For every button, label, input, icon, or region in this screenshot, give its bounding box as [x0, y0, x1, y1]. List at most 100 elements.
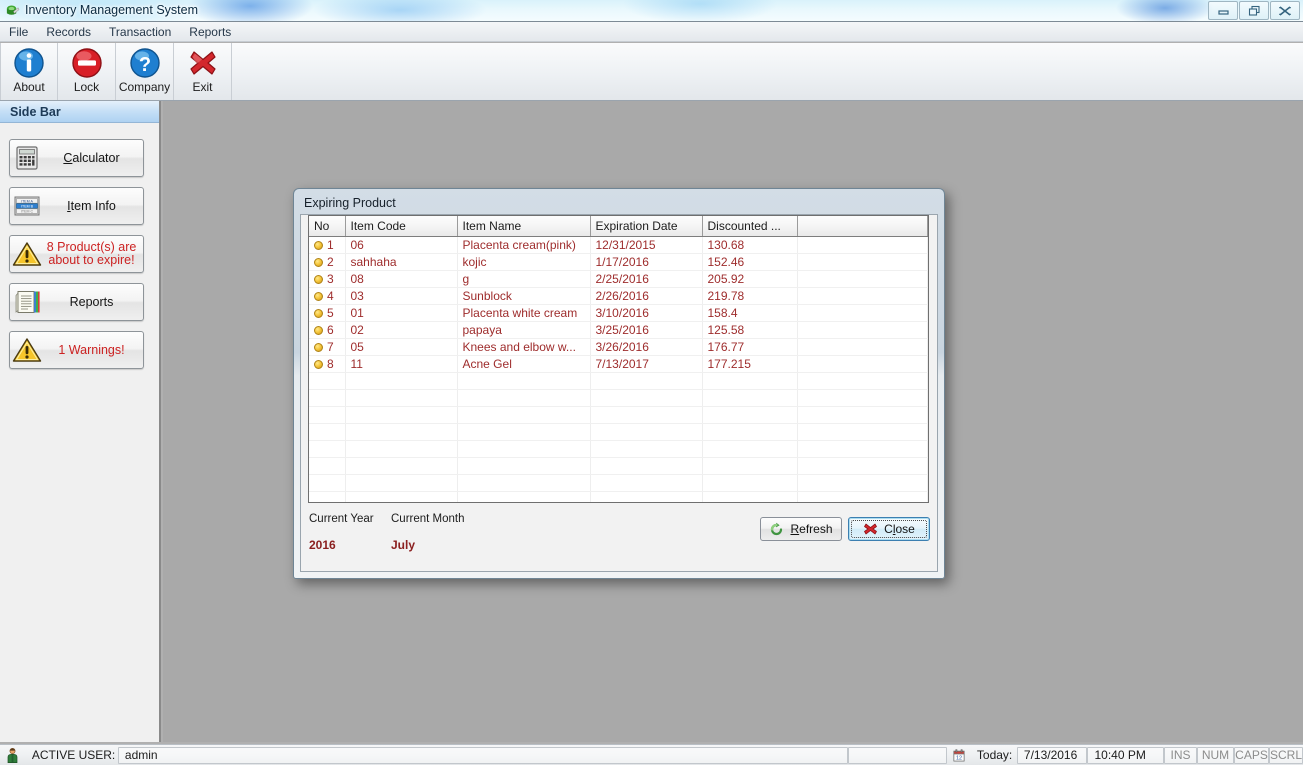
cell-empty — [309, 372, 346, 390]
active-user-label: ACTIVE USER: — [31, 748, 116, 762]
minimize-button[interactable] — [1208, 1, 1238, 20]
cell-empty — [345, 372, 458, 390]
table-row-empty[interactable] — [309, 440, 928, 458]
sidebar-label-reports: Reports — [69, 294, 114, 309]
row-status-dot-icon — [314, 274, 323, 284]
menu-item-file[interactable]: File — [0, 23, 37, 41]
restore-button[interactable] — [1239, 1, 1269, 20]
cell-no-text: 1 — [327, 237, 334, 252]
refresh-button[interactable]: Refresh — [760, 517, 842, 541]
table-row[interactable]: 1 06 Placenta cream(pink) 12/31/2015 130.68 — [309, 236, 928, 254]
column-header-item-name[interactable]: Item Name — [457, 216, 591, 237]
table-row[interactable]: 4 03 Sunblock 2/26/2016 219.78 — [309, 287, 928, 305]
cell-empty — [457, 406, 591, 424]
cell-item-name: Acne Gel — [457, 355, 591, 373]
cell-item-code: 03 — [345, 287, 458, 305]
cell-expiration-date: 7/13/2017 — [590, 355, 703, 373]
expiring-line2: about to expire! — [48, 253, 135, 267]
current-time: 10:40 PM — [1087, 746, 1164, 764]
cell-discounted: 158.4 — [702, 304, 798, 322]
cell-no: 1 — [309, 236, 346, 254]
table-row-empty[interactable] — [309, 372, 928, 390]
cell-item-name: Sunblock — [457, 287, 591, 305]
menu-item-reports[interactable]: Reports — [180, 23, 240, 41]
cell-discounted: 219.78 — [702, 287, 798, 305]
cell-empty — [702, 457, 798, 475]
cell-filler — [797, 236, 928, 254]
sidebar-label-warnings: 1 Warnings! — [58, 342, 125, 357]
table-row-empty[interactable] — [309, 491, 928, 502]
menu-item-transaction[interactable]: Transaction — [100, 23, 180, 41]
warning-triangle-icon — [10, 337, 44, 363]
expiring-line1: 8 Product(s) are — [46, 240, 137, 254]
column-header-filler[interactable] — [797, 216, 928, 237]
cell-filler — [797, 270, 928, 288]
cell-discounted: 177.215 — [702, 355, 798, 373]
row-status-dot-icon — [314, 240, 323, 250]
sidebar-item-item-info[interactable]: ITEM A ITEM B ITEM C Item Info — [9, 187, 144, 225]
column-header-expiration-date[interactable]: Expiration Date — [590, 216, 703, 237]
table-row[interactable]: 3 08 g 2/25/2016 205.92 — [309, 270, 928, 288]
toolbar-button-company[interactable]: ? Company — [116, 43, 174, 100]
table-row-empty[interactable] — [309, 474, 928, 492]
toolbar-label-exit: Exit — [192, 80, 213, 94]
column-header-item-code[interactable]: Item Code — [345, 216, 458, 237]
sidebar: Side Bar Calculator ITEM A ITEM B ITEM C… — [0, 101, 161, 742]
cell-item-code: 08 — [345, 270, 458, 288]
cell-empty — [457, 440, 591, 458]
cell-no-text: 5 — [327, 305, 334, 320]
refresh-label-rest: efresh — [799, 522, 833, 536]
sidebar-item-calculator[interactable]: Calculator — [9, 139, 144, 177]
expiring-product-grid[interactable]: No Item Code Item Name Expiration Date D… — [308, 215, 929, 503]
focus-ring — [851, 520, 927, 538]
cell-expiration-date: 3/10/2016 — [590, 304, 703, 322]
cell-filler — [797, 304, 928, 322]
cell-empty — [457, 474, 591, 492]
grid-body: 1 06 Placenta cream(pink) 12/31/2015 130.68 2… — [309, 236, 928, 502]
table-row-empty[interactable] — [309, 406, 928, 424]
column-header-no[interactable]: No — [309, 216, 346, 237]
toolbar-button-about[interactable]: About — [0, 43, 58, 100]
cell-empty — [590, 423, 703, 441]
cell-empty — [590, 406, 703, 424]
table-row[interactable]: 5 01 Placenta white cream 3/10/2016 158.4 — [309, 304, 928, 322]
toolbar-button-exit[interactable]: Exit — [174, 43, 232, 100]
table-row-empty[interactable] — [309, 389, 928, 407]
grid-header-row: No Item Code Item Name Expiration Date D… — [309, 216, 928, 237]
cell-item-name: g — [457, 270, 591, 288]
menu-item-records[interactable]: Records — [37, 23, 100, 41]
row-status-dot-icon — [314, 325, 323, 335]
table-row[interactable]: 2 sahhaha kojic 1/17/2016 152.46 — [309, 253, 928, 271]
close-button[interactable]: Close — [848, 517, 930, 541]
cell-empty — [457, 423, 591, 441]
close-button[interactable] — [1270, 1, 1300, 20]
table-row[interactable]: 6 02 papaya 3/25/2016 125.58 — [309, 321, 928, 339]
cell-no: 6 — [309, 321, 346, 339]
cell-filler — [797, 321, 928, 339]
expiring-product-dialog: Expiring Product No Item Code Item Name … — [293, 188, 945, 579]
cell-discounted: 130.68 — [702, 236, 798, 254]
cell-no-text: 6 — [327, 322, 334, 337]
question-help-icon: ? — [129, 48, 160, 78]
lock-no-entry-icon — [71, 48, 102, 78]
cell-item-code: 05 — [345, 338, 458, 356]
sidebar-item-reports[interactable]: Reports — [9, 283, 144, 321]
toolbar-button-lock[interactable]: Lock — [58, 43, 116, 100]
refresh-icon — [771, 522, 783, 535]
table-row[interactable]: 7 05 Knees and elbow w... 3/26/2016 176.77 — [309, 338, 928, 356]
cell-item-code: 11 — [345, 355, 458, 373]
dialog-body: No Item Code Item Name Expiration Date D… — [300, 214, 938, 572]
cell-discounted: 176.77 — [702, 338, 798, 356]
sidebar-label-calculator: Calculator — [63, 150, 120, 165]
table-row[interactable]: 8 11 Acne Gel 7/13/2017 177.215 — [309, 355, 928, 373]
today-label: Today: — [976, 748, 1013, 762]
calendar-icon: 12 — [953, 748, 965, 761]
cell-no-text: 4 — [327, 288, 334, 303]
sidebar-item-warnings[interactable]: 1 Warnings! — [9, 331, 144, 369]
table-row-empty[interactable] — [309, 457, 928, 475]
cell-discounted: 205.92 — [702, 270, 798, 288]
sidebar-item-expiring-products[interactable]: 8 Product(s) are about to expire! — [9, 235, 144, 273]
column-header-discounted[interactable]: Discounted ... — [702, 216, 798, 237]
cell-empty — [345, 440, 458, 458]
table-row-empty[interactable] — [309, 423, 928, 441]
